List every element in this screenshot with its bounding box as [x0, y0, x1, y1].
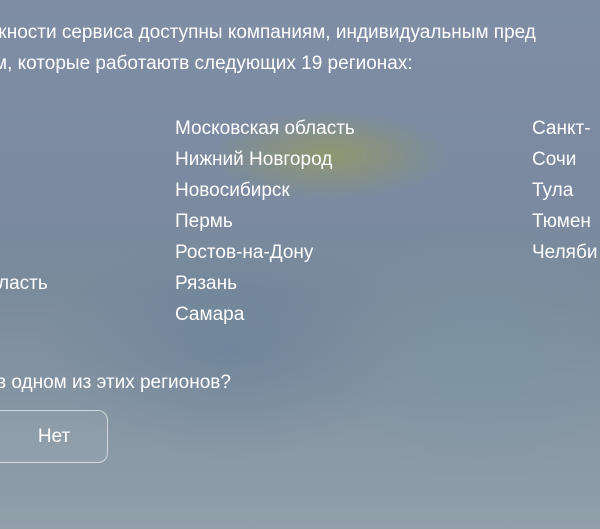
region-check-screen: жности сервиса доступны компаниям, индив…: [0, 0, 600, 529]
region-item: Челяби: [532, 242, 598, 263]
region-item: Ростов-на-Дону: [175, 242, 314, 263]
intro-line-1: жности сервиса доступны компаниям, индив…: [0, 22, 536, 43]
region-item: Московская область: [175, 118, 355, 139]
intro-text: жности сервиса доступны компаниям, индив…: [0, 17, 536, 79]
region-item: ласть: [0, 273, 48, 294]
region-item: Пермь: [175, 211, 233, 232]
region-item: Тюмен: [532, 211, 591, 232]
intro-line-2: м, которые работаютв следующих 19 регион…: [0, 53, 413, 74]
region-question: в одном из этих регионов?: [0, 372, 231, 393]
region-item: Сочи: [532, 149, 577, 170]
region-item: Санкт-: [532, 118, 591, 139]
no-button-label: Нет: [37, 425, 71, 447]
region-item: Самара: [175, 304, 245, 325]
region-item: Рязань: [175, 273, 238, 294]
region-item: Тула: [532, 180, 574, 201]
no-button[interactable]: Нет: [0, 410, 108, 463]
region-item: Нижний Новгород: [175, 149, 333, 170]
region-item: Новосибирск: [175, 180, 290, 201]
